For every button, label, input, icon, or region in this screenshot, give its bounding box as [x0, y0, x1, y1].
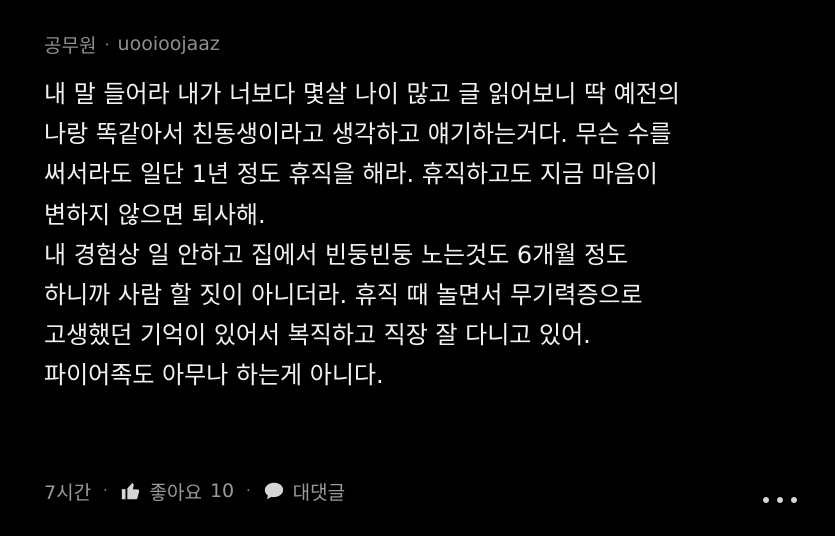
comment-line: 나랑 똑같아서 친동생이라고 생각하고 얘기하는거다. 무슨 수를	[44, 120, 672, 149]
reply-button[interactable]: 대댓글	[263, 478, 345, 505]
footer-separator: ·	[103, 483, 108, 499]
comment-footer: 7시간 · 좋아요 10 · 대댓글	[44, 476, 345, 506]
comment-line: 내 경험상 일 안하고 집에서 빈둥빈둥 노는것도 6개월 정도	[44, 240, 629, 269]
more-dots-icon	[763, 497, 769, 503]
comment-line: 써서라도 일단 1년 정도 휴직을 해라. 휴직하고도 지금 마음이	[44, 160, 658, 189]
comment-card: 공무원 · uooioojaaz 내 말 들어라 내가 너보다 몇살 나이 많고…	[0, 0, 835, 536]
comment-line: 하니까 사람 할 짓이 아니더라. 휴직 때 놀면서 무기력증으로	[44, 280, 643, 309]
speech-bubble-icon	[263, 480, 285, 502]
footer-separator: ·	[246, 483, 251, 499]
header-separator: ·	[104, 34, 110, 54]
comment-body: 내 말 들어라 내가 너보다 몇살 나이 많고 글 읽어보니 딱 예전의 나랑 …	[44, 74, 824, 396]
username[interactable]: uooioojaaz	[118, 33, 220, 55]
comment-line: 파이어족도 아무나 하는게 아니다.	[44, 361, 384, 390]
timestamp: 7시간	[44, 481, 92, 504]
like-count: 10	[209, 480, 235, 502]
more-options-button[interactable]	[763, 490, 797, 510]
comment-header: 공무원 · uooioojaaz	[44, 30, 220, 58]
more-dots-icon	[777, 497, 783, 503]
more-dots-icon	[791, 497, 797, 503]
like-label: 좋아요	[149, 481, 202, 504]
comment-line: 변하지 않으면 퇴사해.	[44, 200, 266, 229]
author-type: 공무원	[44, 34, 97, 57]
thumbs-up-icon	[120, 480, 142, 502]
comment-line: 고생했던 기억이 있어서 복직하고 직장 잘 다니고 있어.	[44, 321, 591, 350]
comment-line: 내 말 들어라 내가 너보다 몇살 나이 많고 글 읽어보니 딱 예전의	[44, 80, 680, 108]
reply-label: 대댓글	[292, 481, 346, 504]
like-button[interactable]: 좋아요 10	[120, 478, 235, 505]
